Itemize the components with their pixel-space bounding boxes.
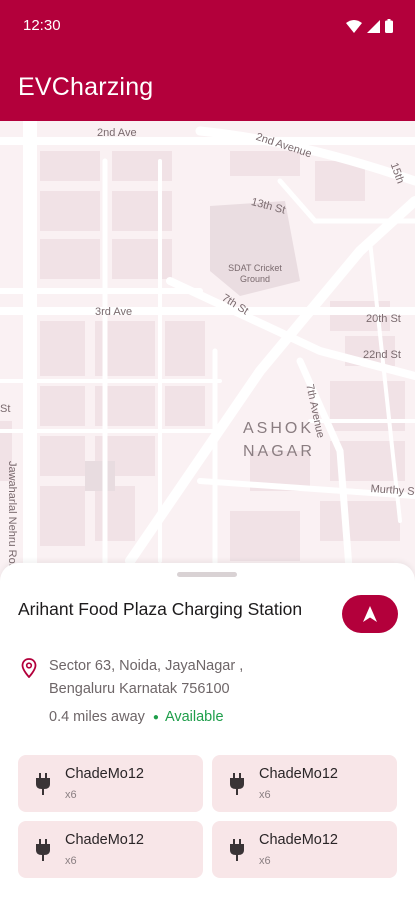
ev-plug-icon: [36, 773, 50, 795]
map-label-2nd-ave: 2nd Ave: [97, 127, 137, 139]
map-label-ashok: ASHOK: [243, 420, 315, 437]
battery-icon: [385, 19, 393, 33]
ev-plug-icon: [230, 839, 244, 861]
connector-name: ChadeMo12: [259, 766, 338, 782]
ev-plug-icon: [36, 839, 50, 861]
signal-icon: [367, 19, 380, 33]
navigation-arrow-icon: [363, 606, 377, 622]
status-dot-icon: ●: [152, 711, 159, 723]
app-title: EVCharzing: [18, 73, 154, 101]
connector-card[interactable]: ChadeMo12 x6: [18, 821, 203, 878]
map-label-st-edge: St: [0, 403, 11, 415]
station-bottom-sheet: Arihant Food Plaza Charging Station Sect…: [0, 563, 415, 900]
connector-count: x6: [65, 855, 77, 867]
station-name: Arihant Food Plaza Charging Station: [18, 599, 303, 619]
station-meta: 0.4 miles away ● Available: [49, 709, 224, 725]
connector-card[interactable]: ChadeMo12 x6: [18, 755, 203, 812]
map-label-20th-st: 20th St: [366, 313, 401, 325]
station-distance: 0.4 miles away: [49, 709, 145, 725]
connector-name: ChadeMo12: [259, 832, 338, 848]
connector-count: x6: [259, 855, 271, 867]
connector-card[interactable]: ChadeMo12 x6: [212, 755, 397, 812]
map-label-22nd-st: 22nd St: [363, 349, 401, 361]
map-label-3rd-ave: 3rd Ave: [95, 306, 133, 318]
connector-name: ChadeMo12: [65, 832, 144, 848]
location-pin-icon: [21, 658, 37, 678]
status-time: 12:30: [23, 17, 61, 34]
map-label-jawaharlal-nehru-road: Jawaharlal Nehru Road: [6, 461, 18, 576]
ev-plug-icon: [230, 773, 244, 795]
station-status: Available: [164, 709, 224, 725]
status-icons: [346, 19, 393, 33]
navigate-button[interactable]: [342, 595, 398, 633]
connector-card[interactable]: ChadeMo12 x6: [212, 821, 397, 878]
wifi-icon: [346, 19, 362, 33]
map-streets: [0, 121, 415, 581]
station-address: Sector 63, Noida, JayaNagar , Bengaluru …: [49, 658, 244, 697]
map-label-cricket-ground: SDAT Cricket Ground: [228, 263, 282, 284]
status-bar: 12:30: [0, 0, 415, 54]
app-bar: 12:30 EVCharzing: [0, 0, 415, 121]
connector-count: x6: [65, 789, 77, 801]
drag-handle[interactable]: [177, 572, 237, 577]
map-view[interactable]: 2nd Ave 2nd Avenue 13th St 15th SDAT Cri…: [0, 121, 415, 581]
connector-count: x6: [259, 789, 271, 801]
connector-name: ChadeMo12: [65, 766, 144, 782]
map-label-nagar: NAGAR: [243, 443, 315, 460]
